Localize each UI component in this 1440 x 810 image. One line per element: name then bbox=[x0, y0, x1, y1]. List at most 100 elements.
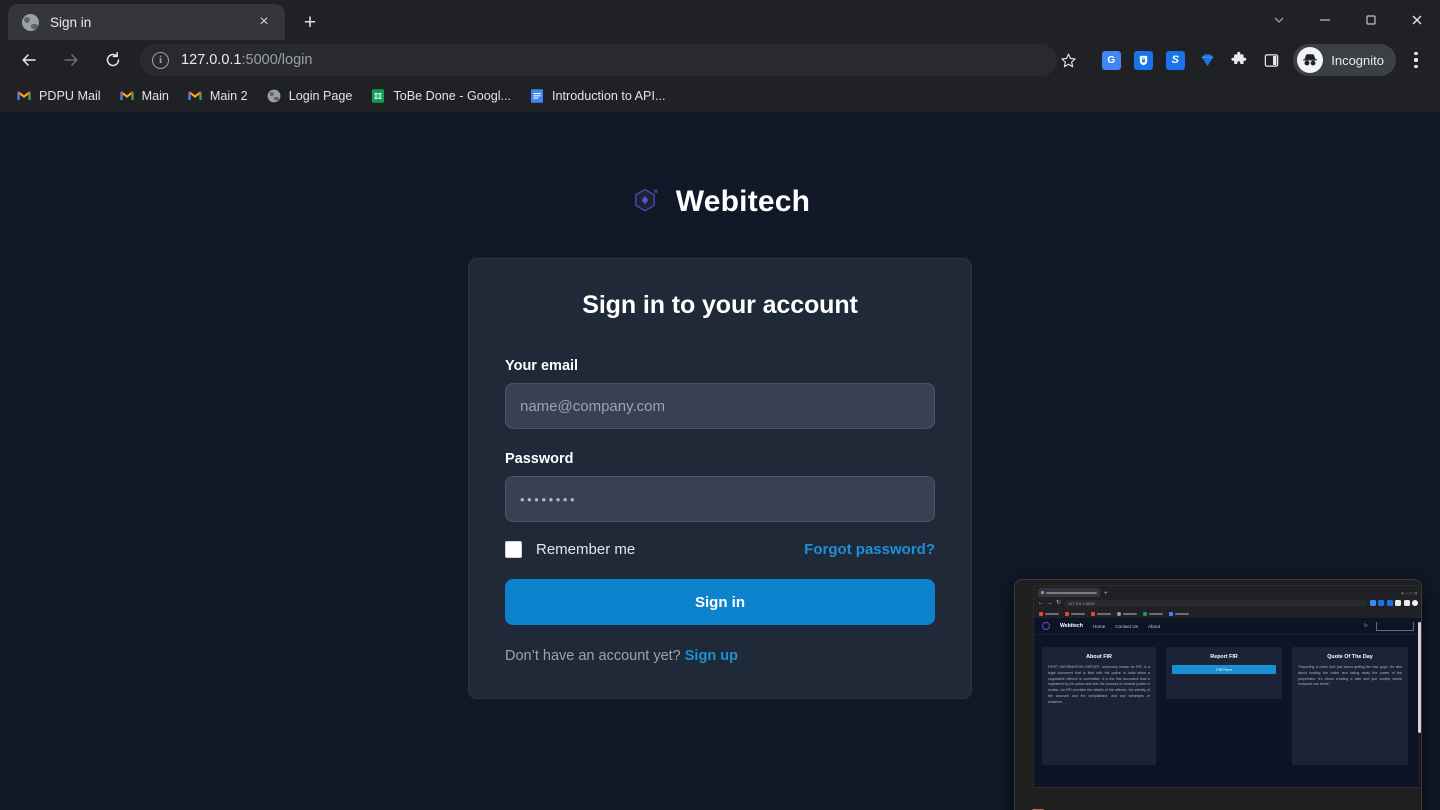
bookmark-label: Login Page bbox=[288, 89, 353, 103]
sign-up-link[interactable]: Sign up bbox=[685, 648, 738, 664]
new-tab-button[interactable]: + bbox=[295, 7, 325, 37]
bookmark-login-page[interactable]: Login Page bbox=[258, 83, 361, 109]
thumb-card-title: Quote Of The Day bbox=[1327, 654, 1373, 660]
thumb-back-icon: ← bbox=[1038, 600, 1044, 606]
profile-label: Incognito bbox=[1331, 52, 1384, 68]
thumb-card-about-fir: About FIR FIRST INFORMATION REPORT, comm… bbox=[1042, 647, 1156, 765]
hexagon-diamond-logo-icon bbox=[630, 185, 662, 219]
thumb-nav-link-about: About bbox=[1147, 623, 1160, 629]
thumb-page-content: Webitech Home Contact Us About ↻ About F… bbox=[1034, 618, 1421, 787]
signin-card: Sign in to your account Your email Passw… bbox=[468, 258, 972, 699]
reload-button[interactable] bbox=[96, 43, 130, 77]
thumb-nav-right: ↻ bbox=[1363, 621, 1414, 631]
tab-strip: Sign in × + bbox=[0, 0, 1440, 40]
bookmark-pdpu-mail[interactable]: PDPU Mail bbox=[8, 83, 109, 109]
thumb-site-nav: Webitech Home Contact Us About ↻ bbox=[1034, 618, 1421, 635]
email-field-block: Your email bbox=[505, 358, 935, 429]
thumb-card-body: FIRST INFORMATION REPORT, commonly known… bbox=[1048, 665, 1150, 704]
thumb-refresh-icon: ↻ bbox=[1363, 623, 1368, 629]
password-manager-extension-icon[interactable] bbox=[1127, 44, 1159, 76]
bookmarks-bar: PDPU Mail Main Main 2 Login Page ToBe Do… bbox=[0, 80, 1440, 112]
minimize-icon[interactable] bbox=[1302, 0, 1348, 40]
bookmark-main-2[interactable]: Main 2 bbox=[179, 83, 256, 109]
site-info-icon[interactable]: i bbox=[152, 51, 169, 69]
remember-me-label: Remember me bbox=[536, 541, 636, 558]
window-controls bbox=[1256, 0, 1440, 40]
password-input[interactable]: •••••••• bbox=[505, 476, 935, 522]
gem-extension-icon[interactable] bbox=[1191, 44, 1223, 76]
address-bar[interactable]: i 127.0.0.1:5000/login bbox=[140, 44, 1076, 76]
bookmark-tobe-done[interactable]: ToBe Done - Googl... bbox=[362, 83, 519, 109]
sign-in-button[interactable]: Sign in bbox=[505, 579, 935, 625]
thumb-nav-link-contact: Contact Us bbox=[1115, 623, 1138, 629]
thumb-bookmarks-bar bbox=[1034, 609, 1421, 618]
page-viewport: Webitech Sign in to your account Your em… bbox=[0, 112, 1440, 810]
email-label: Your email bbox=[505, 358, 579, 374]
maximize-icon[interactable] bbox=[1348, 0, 1394, 40]
gmail-icon bbox=[16, 88, 32, 104]
close-window-icon[interactable] bbox=[1394, 0, 1440, 40]
thumb-nav-link-home: Home bbox=[1092, 623, 1106, 629]
thumb-address-bar: 127.0.0.1:5000 bbox=[1064, 599, 1367, 607]
signup-row: Don’t have an account yet? Sign up bbox=[505, 648, 935, 664]
profile-incognito-button[interactable]: Incognito bbox=[1293, 44, 1396, 76]
browser-tab-sign-in[interactable]: Sign in × bbox=[8, 4, 285, 40]
bookmark-main[interactable]: Main bbox=[111, 83, 177, 109]
thumb-toolbar: ← → ↻ 127.0.0.1:5000 bbox=[1034, 597, 1421, 609]
bookmark-label: Main bbox=[141, 89, 169, 103]
options-row: Remember me Forgot password? bbox=[505, 541, 935, 558]
tab-search-chevron-down-icon[interactable] bbox=[1256, 0, 1302, 40]
bookmark-star-icon[interactable] bbox=[1053, 45, 1083, 75]
notification-header: Snipping Tool ··· bbox=[1015, 794, 1421, 810]
ellipsis-icon[interactable]: ··· bbox=[1345, 804, 1371, 810]
three-dot-menu-icon[interactable] bbox=[1400, 44, 1432, 76]
extensions-puzzle-icon[interactable] bbox=[1223, 44, 1255, 76]
signup-prompt: Don’t have an account yet? bbox=[505, 648, 681, 664]
bookmark-introduction-to-api[interactable]: Introduction to API... bbox=[521, 83, 673, 109]
password-label: Password bbox=[505, 451, 574, 467]
notification-close-icon[interactable] bbox=[1377, 802, 1407, 810]
brand-header: Webitech bbox=[0, 185, 1440, 219]
bookmark-label: PDPU Mail bbox=[39, 89, 101, 103]
browser-toolbar: i 127.0.0.1:5000/login G S Incognito bbox=[0, 40, 1440, 80]
bookmark-label: Main 2 bbox=[209, 89, 248, 103]
email-input[interactable] bbox=[505, 383, 935, 429]
globe-icon bbox=[22, 13, 39, 31]
brand-name: Webitech bbox=[675, 185, 811, 218]
tab-close-icon[interactable]: × bbox=[253, 11, 275, 33]
back-button[interactable] bbox=[12, 43, 46, 77]
screenshot-preview-thumbnail[interactable]: + ▾ − □ ✕ ← → ↻ 127.0.0.1:5000 Webitech … bbox=[1033, 585, 1421, 788]
gmail-icon bbox=[119, 88, 135, 104]
password-field-block: Password •••••••• bbox=[505, 451, 935, 522]
google-translate-extension-icon[interactable]: G bbox=[1095, 44, 1127, 76]
page-title: Sign in to your account bbox=[582, 291, 858, 319]
thumb-card-quote-of-the-day: Quote Of The Day “Reporting a crime isn’… bbox=[1292, 647, 1408, 765]
forgot-password-link[interactable]: Forgot password? bbox=[804, 541, 935, 558]
forward-button[interactable] bbox=[54, 43, 88, 77]
thumb-window-controls: ▾ − □ ✕ bbox=[1401, 591, 1418, 597]
google-docs-icon bbox=[529, 88, 545, 104]
snipping-tool-notification[interactable]: + ▾ − □ ✕ ← → ↻ 127.0.0.1:5000 Webitech … bbox=[1014, 579, 1422, 810]
incognito-hat-icon bbox=[1297, 47, 1324, 73]
s-extension-icon[interactable]: S bbox=[1159, 44, 1191, 76]
bookmark-label: ToBe Done - Googl... bbox=[393, 89, 512, 103]
remember-me-checkbox[interactable] bbox=[505, 541, 522, 558]
thumb-brand-logo-icon bbox=[1042, 622, 1050, 630]
thumb-reload-icon: ↻ bbox=[1056, 600, 1062, 606]
thumb-tab bbox=[1038, 588, 1100, 597]
browser-window: Sign in × + i 127.0.0.1:5000/login G S I… bbox=[0, 0, 1440, 810]
remember-me-group[interactable]: Remember me bbox=[505, 541, 635, 558]
thumb-new-tab-icon: + bbox=[1104, 591, 1108, 597]
thumb-cards-row: About FIR FIRST INFORMATION REPORT, comm… bbox=[1034, 635, 1421, 765]
thumb-forward-icon: → bbox=[1047, 600, 1053, 606]
side-panel-icon[interactable] bbox=[1255, 44, 1287, 76]
thumb-fir-form-button: FIR Form bbox=[1172, 665, 1276, 674]
thumb-card-report-fir: Report FIR FIR Form bbox=[1166, 647, 1282, 699]
thumb-scrollbar-thumb bbox=[1418, 622, 1421, 733]
globe-icon bbox=[266, 88, 282, 104]
extensions-row: G S bbox=[1095, 44, 1287, 76]
thumb-card-title: About FIR bbox=[1086, 654, 1112, 660]
thumb-nav-box bbox=[1376, 621, 1414, 631]
tab-title: Sign in bbox=[50, 14, 92, 30]
thumb-card-title: Report FIR bbox=[1210, 654, 1238, 660]
